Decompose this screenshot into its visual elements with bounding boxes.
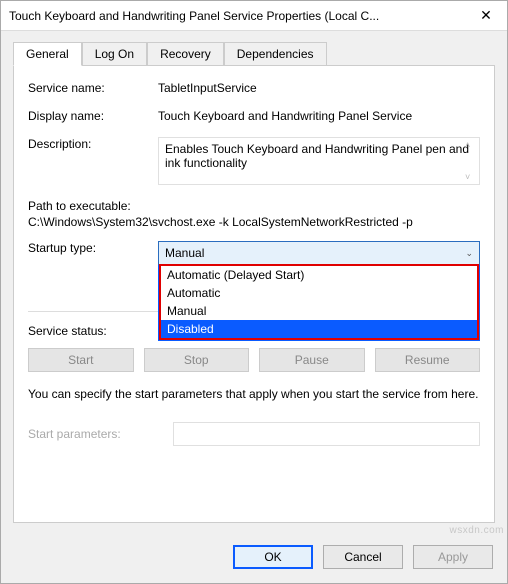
- watermark-text: wsxdn.com: [449, 525, 504, 536]
- option-automatic[interactable]: Automatic: [161, 284, 477, 302]
- label-startup-type: Startup type:: [28, 241, 158, 255]
- startup-type-dropdown: Automatic (Delayed Start) Automatic Manu…: [158, 265, 480, 341]
- resume-button[interactable]: Resume: [375, 348, 481, 372]
- tab-general[interactable]: General: [13, 42, 82, 66]
- option-disabled[interactable]: Disabled: [161, 320, 477, 338]
- tab-logon[interactable]: Log On: [82, 42, 147, 66]
- window-title: Touch Keyboard and Handwriting Panel Ser…: [1, 9, 465, 23]
- tab-recovery[interactable]: Recovery: [147, 42, 224, 66]
- chevron-down-icon[interactable]: ˅: [465, 172, 477, 182]
- pause-button[interactable]: Pause: [259, 348, 365, 372]
- label-description: Description:: [28, 137, 158, 151]
- start-params-input[interactable]: [173, 422, 480, 446]
- value-service-name: TabletInputService: [158, 81, 480, 95]
- properties-dialog: Touch Keyboard and Handwriting Panel Ser…: [0, 0, 508, 584]
- value-path: C:\Windows\System32\svchost.exe -k Local…: [28, 215, 480, 229]
- note-text: You can specify the start parameters tha…: [28, 386, 480, 402]
- stop-button[interactable]: Stop: [144, 348, 250, 372]
- tab-panel-general: Service name: TabletInputService Display…: [13, 65, 495, 523]
- start-button[interactable]: Start: [28, 348, 134, 372]
- description-scroll[interactable]: ˄ ˅: [465, 140, 477, 182]
- description-textbox[interactable]: Enables Touch Keyboard and Handwriting P…: [158, 137, 480, 185]
- close-icon[interactable]: ✕: [465, 1, 507, 31]
- option-manual[interactable]: Manual: [161, 302, 477, 320]
- tab-dependencies[interactable]: Dependencies: [224, 42, 327, 66]
- dialog-footer: OK Cancel Apply: [1, 535, 507, 583]
- value-display-name: Touch Keyboard and Handwriting Panel Ser…: [158, 109, 480, 123]
- chevron-up-icon[interactable]: ˄: [465, 140, 477, 150]
- startup-type-select[interactable]: Manual ⌄: [158, 241, 480, 265]
- chevron-down-icon: ⌄: [465, 248, 473, 259]
- cancel-button[interactable]: Cancel: [323, 545, 403, 569]
- label-path: Path to executable:: [28, 199, 480, 213]
- label-start-params: Start parameters:: [28, 427, 173, 441]
- titlebar: Touch Keyboard and Handwriting Panel Ser…: [1, 1, 507, 31]
- tab-strip: General Log On Recovery Dependencies: [13, 41, 495, 65]
- label-service-status: Service status:: [28, 324, 158, 338]
- label-display-name: Display name:: [28, 109, 158, 123]
- label-service-name: Service name:: [28, 81, 158, 95]
- ok-button[interactable]: OK: [233, 545, 313, 569]
- description-text: Enables Touch Keyboard and Handwriting P…: [165, 142, 469, 170]
- option-automatic-delayed[interactable]: Automatic (Delayed Start): [161, 266, 477, 284]
- startup-type-selected: Manual: [165, 246, 204, 260]
- apply-button[interactable]: Apply: [413, 545, 493, 569]
